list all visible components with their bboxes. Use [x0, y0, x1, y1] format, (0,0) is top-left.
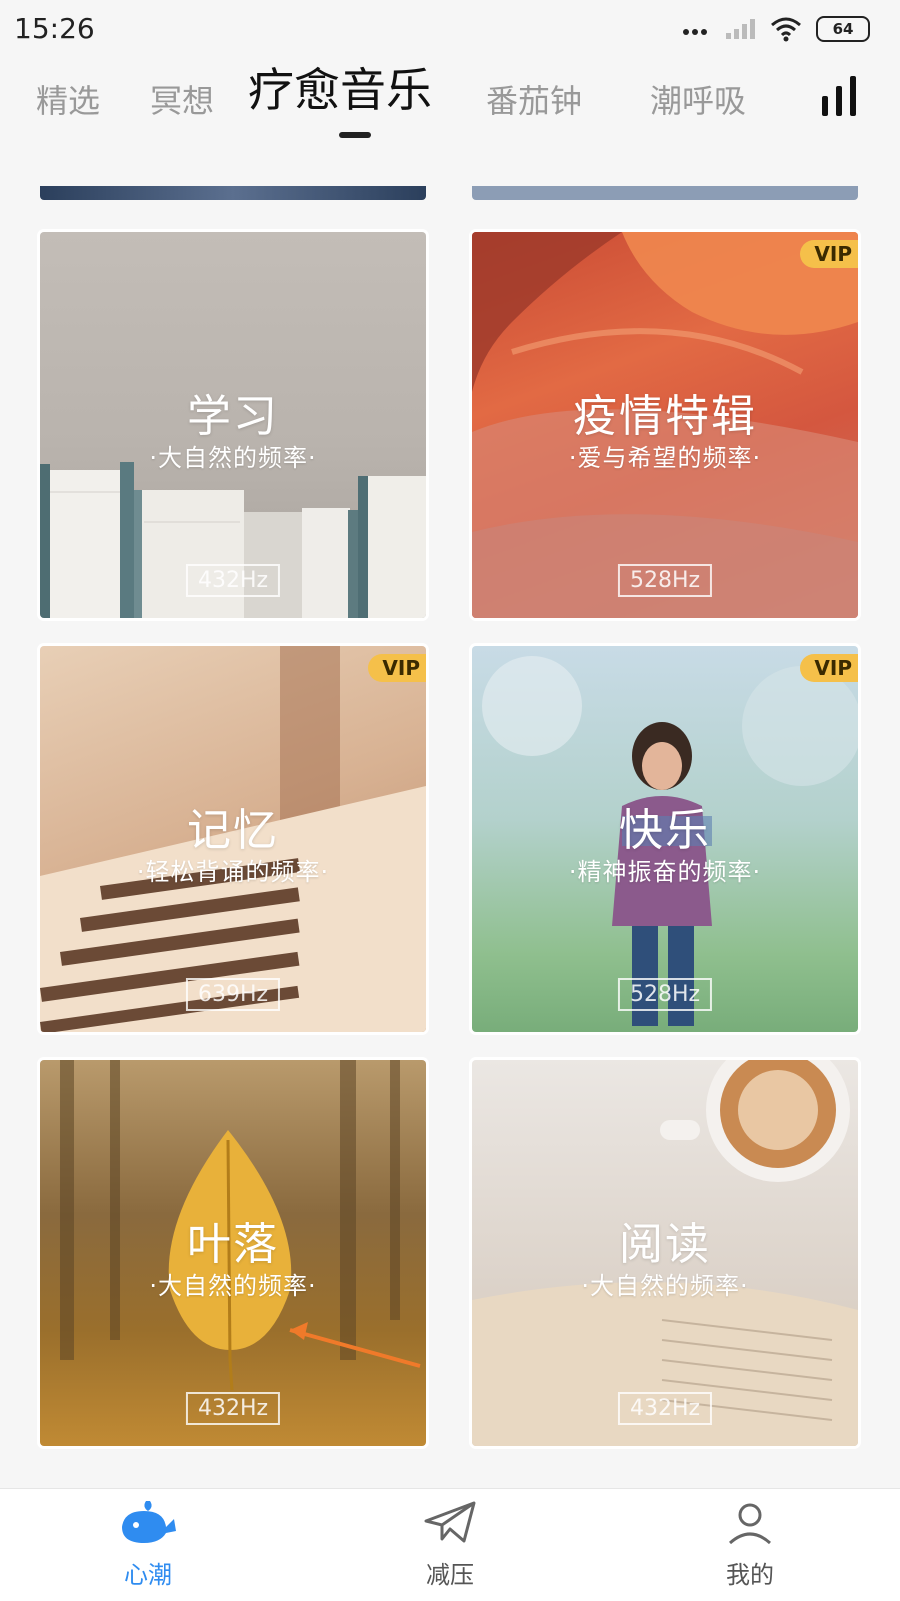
card-subtitle: ·爱与希望的频率·	[568, 444, 762, 472]
card-subtitle: ·轻松背诵的频率·	[136, 858, 330, 886]
card-title: 阅读	[619, 1219, 711, 1270]
status-bar: 15:26 64	[0, 0, 900, 62]
nav-label: 减压	[426, 1561, 474, 1589]
music-card-reading[interactable]: 阅读 ·大自然的频率· 432Hz	[472, 1060, 858, 1446]
nav-label: 心潮	[124, 1561, 172, 1589]
nav-item-xinchao[interactable]: 心潮	[78, 1497, 218, 1590]
card-title: 快乐	[619, 805, 711, 856]
tab-menu-icon[interactable]	[822, 76, 858, 116]
vip-badge: VIP	[800, 240, 858, 268]
frequency-badge: 528Hz	[617, 978, 713, 1011]
tab-meditation[interactable]: 冥想	[150, 76, 214, 122]
music-grid: 学习 ·大自然的频率· 432Hz VIP 疫情特辑 ·爱与希望的频率· 528…	[0, 150, 900, 1490]
active-tab-indicator	[339, 132, 371, 138]
card-title: 学习	[187, 391, 279, 442]
frequency-badge: 432Hz	[185, 1392, 281, 1425]
card-subtitle: ·大自然的频率·	[149, 444, 317, 472]
tab-breathing[interactable]: 潮呼吸	[650, 76, 746, 122]
card-peek-left[interactable]	[40, 186, 426, 200]
tab-featured[interactable]: 精选	[36, 76, 100, 122]
music-card-study[interactable]: 学习 ·大自然的频率· 432Hz	[40, 232, 426, 618]
nav-item-decompress[interactable]: 减压	[380, 1497, 520, 1590]
wifi-icon	[771, 17, 801, 42]
card-subtitle: ·大自然的频率·	[149, 1272, 317, 1300]
signal-icon	[726, 19, 755, 39]
tab-pomodoro[interactable]: 番茄钟	[486, 76, 582, 122]
card-subtitle: ·精神振奋的频率·	[568, 858, 762, 886]
nav-item-mine[interactable]: 我的	[680, 1497, 820, 1590]
music-card-happy[interactable]: VIP 快乐 ·精神振奋的频率· 528Hz	[472, 646, 858, 1032]
card-title: 叶落	[187, 1219, 279, 1270]
paper-plane-icon	[424, 1501, 476, 1543]
whale-icon	[122, 1501, 176, 1543]
nav-label: 我的	[726, 1561, 774, 1589]
bottom-nav: 心潮 减压 我的	[0, 1488, 900, 1601]
frequency-badge: 432Hz	[185, 564, 281, 597]
battery-icon: 64	[816, 16, 870, 42]
frequency-badge: 639Hz	[185, 978, 281, 1011]
card-peek-right[interactable]	[472, 186, 858, 200]
frequency-badge: 528Hz	[617, 564, 713, 597]
frequency-badge: 432Hz	[617, 1392, 713, 1425]
profile-icon	[728, 1503, 772, 1545]
card-title: 记忆	[187, 805, 279, 856]
music-card-epidemic-special[interactable]: VIP 疫情特辑 ·爱与希望的频率· 528Hz	[472, 232, 858, 618]
vip-badge: VIP	[368, 654, 426, 682]
vip-badge: VIP	[800, 654, 858, 682]
music-card-memory[interactable]: VIP 记忆 ·轻松背诵的频率· 639Hz	[40, 646, 426, 1032]
status-time: 15:26	[14, 12, 95, 45]
status-icons: 64	[683, 16, 870, 42]
tab-healing-music[interactable]: 疗愈音乐	[248, 54, 432, 120]
more-dots-icon	[683, 20, 710, 39]
music-card-falling-leaves[interactable]: 叶落 ·大自然的频率· 432Hz	[40, 1060, 426, 1446]
category-tabs: 精选 冥想 疗愈音乐 番茄钟 潮呼吸	[0, 62, 900, 150]
card-title: 疫情特辑	[573, 391, 757, 442]
card-subtitle: ·大自然的频率·	[581, 1272, 749, 1300]
